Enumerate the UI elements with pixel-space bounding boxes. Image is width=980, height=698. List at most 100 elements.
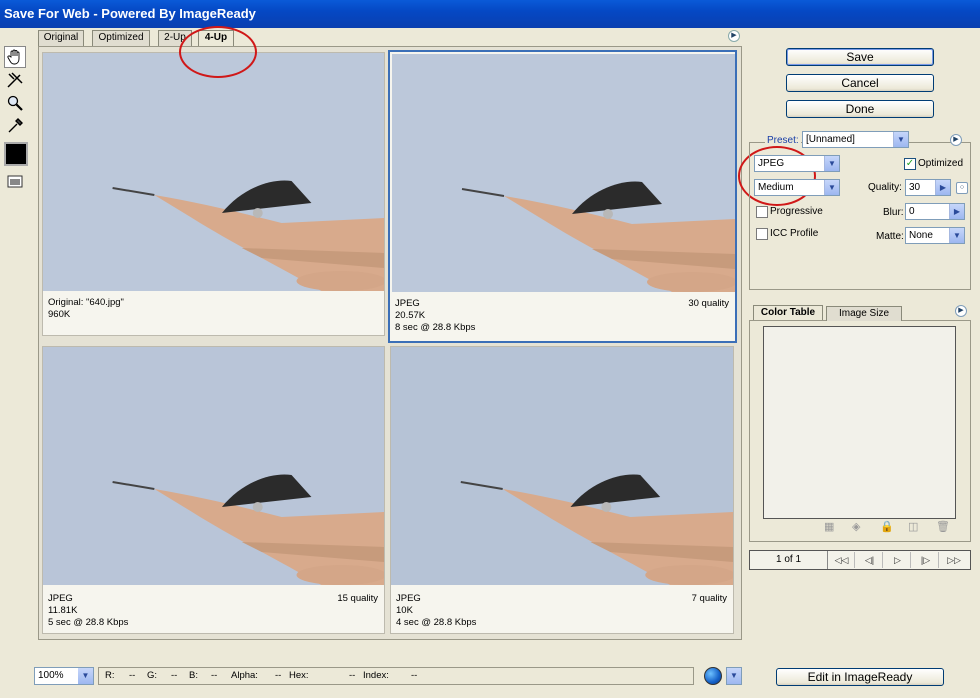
- done-button[interactable]: Done: [786, 100, 934, 118]
- icc-profile-checkbox[interactable]: [756, 228, 768, 240]
- chevron-right-icon[interactable]: ▶: [935, 180, 950, 195]
- pane-info-line2: 11.81K: [48, 605, 78, 616]
- first-frame-icon[interactable]: ◁◁: [829, 552, 855, 568]
- quality-value: 30: [909, 182, 921, 193]
- g-label: G:: [147, 670, 158, 681]
- pane-info-line1: Original: "640.jpg": [48, 297, 124, 308]
- blur-value: 0: [909, 206, 915, 217]
- pane-info: JPEG 11.81K 5 sec @ 28.8 Kbps: [48, 593, 128, 629]
- matte-select[interactable]: None ▼: [905, 227, 965, 244]
- chevron-down-icon[interactable]: ▼: [726, 667, 742, 685]
- pane-info-line2: 10K: [396, 605, 413, 616]
- save-button[interactable]: Save: [786, 48, 934, 66]
- pane-info: JPEG 10K 4 sec @ 28.8 Kbps: [396, 593, 476, 629]
- b-label: B:: [189, 670, 198, 681]
- pane-info-line3: 8 sec @ 28.8 Kbps: [395, 322, 476, 333]
- settings-menu-icon[interactable]: ▶: [950, 134, 962, 146]
- next-frame-icon[interactable]: |▷: [913, 552, 939, 568]
- g-value: --: [171, 670, 178, 681]
- zoom-tool-icon[interactable]: [4, 92, 26, 114]
- toggle-slices-visibility-icon[interactable]: [4, 170, 26, 192]
- optimized-label: Optimized: [918, 158, 964, 169]
- previous-frame-icon[interactable]: ◁|: [857, 552, 883, 568]
- pane-quality: 7 quality: [691, 593, 727, 604]
- zoom-value: 100%: [38, 670, 64, 681]
- eyedropper-color-swatch[interactable]: [4, 142, 28, 166]
- b-value: --: [211, 670, 218, 681]
- aircraft-image: [391, 347, 733, 585]
- pane-info: JPEG 20.57K 8 sec @ 28.8 Kbps: [395, 298, 475, 334]
- new-color-icon[interactable]: ◫: [908, 521, 920, 533]
- index-value: --: [411, 670, 418, 681]
- preview-pane-optimized-2[interactable]: JPEG 11.81K 5 sec @ 28.8 Kbps 15 quality: [42, 346, 385, 634]
- page-indicator: 1 of 1: [750, 551, 828, 569]
- preview-pane-optimized-1[interactable]: JPEG 20.57K 8 sec @ 28.8 Kbps 30 quality: [388, 50, 737, 343]
- alpha-label: Alpha:: [231, 670, 258, 681]
- preview-pane-optimized-3[interactable]: JPEG 10K 4 sec @ 28.8 Kbps 7 quality: [390, 346, 734, 634]
- chevron-down-icon: ▼: [893, 132, 908, 147]
- tool-strip: [4, 46, 28, 193]
- color-table-actions: ▦ ◈ 🔒 ◫ 🗑: [824, 521, 964, 533]
- pane-info: Original: "640.jpg" 960K: [48, 297, 124, 321]
- web-shift-icon[interactable]: ◈: [852, 521, 864, 533]
- play-icon[interactable]: ▷: [885, 552, 911, 568]
- alpha-value: --: [275, 670, 282, 681]
- chevron-down-icon: ▼: [824, 156, 839, 171]
- icc-profile-label: ICC Profile: [770, 228, 819, 239]
- compression-quality-select[interactable]: Medium ▼: [754, 179, 840, 196]
- window-title: Save For Web - Powered By ImageReady: [0, 0, 980, 28]
- view-menu-icon[interactable]: ▶: [728, 30, 740, 42]
- pane-info-line3: 4 sec @ 28.8 Kbps: [396, 617, 477, 628]
- color-readout: R: -- G: -- B: -- Alpha: -- Hex: -- Inde…: [98, 667, 694, 685]
- pane-info-line1: JPEG: [396, 593, 421, 604]
- lock-color-icon[interactable]: 🔒: [880, 521, 894, 533]
- progressive-checkbox[interactable]: [756, 206, 768, 218]
- map-transparency-icon[interactable]: ▦: [824, 521, 836, 533]
- chevron-down-icon: ▼: [949, 228, 964, 243]
- file-format-select[interactable]: JPEG ▼: [754, 155, 840, 172]
- progressive-label: Progressive: [770, 206, 823, 217]
- quality-label: Quality:: [868, 182, 902, 193]
- aircraft-image: [392, 54, 735, 292]
- trash-icon[interactable]: 🗑: [936, 521, 950, 533]
- matte-value: None: [909, 230, 933, 241]
- annotation-circle: [179, 26, 257, 78]
- preview-pane-original[interactable]: Original: "640.jpg" 960K: [42, 52, 385, 336]
- tab-optimized[interactable]: Optimized: [92, 30, 150, 46]
- pane-quality: 15 quality: [337, 593, 378, 604]
- pane-info-line2: 20.57K: [395, 310, 426, 321]
- pane-info-line1: JPEG: [395, 298, 420, 309]
- file-format-value: JPEG: [758, 158, 785, 169]
- chevron-right-icon[interactable]: ▶: [949, 204, 964, 219]
- eyedropper-tool-icon[interactable]: [4, 115, 26, 137]
- tab-original[interactable]: Original: [38, 30, 84, 46]
- pane-info-line1: JPEG: [48, 593, 73, 604]
- blur-label: Blur:: [883, 207, 904, 218]
- last-frame-icon[interactable]: ▷▷: [941, 552, 967, 568]
- compression-quality-value: Medium: [758, 182, 794, 193]
- quality-input[interactable]: 30 ▶: [905, 179, 951, 196]
- frame-navigation: 1 of 1 ◁◁ ◁| ▷ |▷ ▷▷: [749, 550, 971, 570]
- chevron-down-icon: ▼: [78, 668, 93, 684]
- quality-mask-icon[interactable]: ○: [956, 182, 968, 194]
- tab-image-size[interactable]: Image Size: [826, 306, 902, 321]
- slice-select-tool-icon[interactable]: [4, 69, 26, 91]
- pane-quality: 30 quality: [688, 298, 729, 309]
- color-table-swatches[interactable]: [763, 326, 956, 519]
- matte-label: Matte:: [876, 231, 904, 242]
- tab-color-table[interactable]: Color Table: [753, 305, 823, 320]
- hex-value: --: [349, 670, 356, 681]
- blur-input[interactable]: 0 ▶: [905, 203, 965, 220]
- pane-info-line2: 960K: [48, 309, 71, 320]
- preset-select[interactable]: [Unnamed] ▼: [802, 131, 909, 148]
- edit-in-imageready-button[interactable]: Edit in ImageReady: [776, 668, 944, 686]
- preset-label: Preset:: [765, 135, 801, 146]
- browser-preview-icon[interactable]: [704, 667, 722, 685]
- zoom-select[interactable]: 100% ▼: [34, 667, 94, 685]
- preset-value: [Unnamed]: [806, 134, 855, 145]
- hand-tool-icon[interactable]: [4, 46, 26, 68]
- optimized-checkbox[interactable]: ✓: [904, 158, 916, 170]
- r-value: --: [129, 670, 136, 681]
- cancel-button[interactable]: Cancel: [786, 74, 934, 92]
- color-table-menu-icon[interactable]: ▶: [955, 305, 967, 317]
